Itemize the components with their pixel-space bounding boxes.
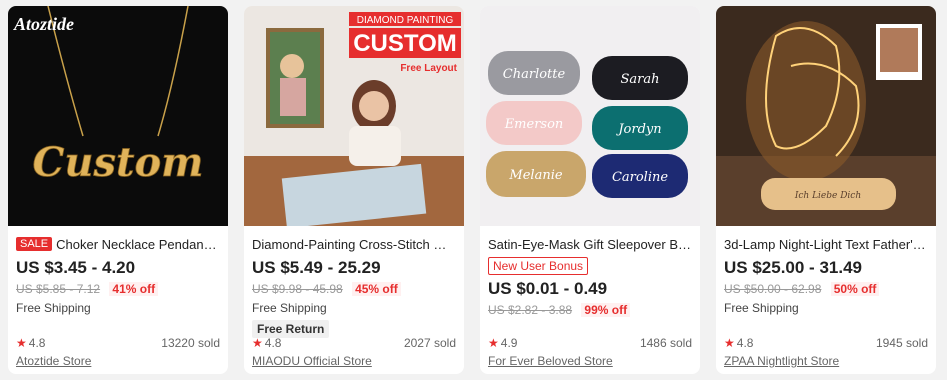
original-price: US $9.98 - 45.98	[252, 282, 343, 296]
product-card[interactable]: Ich Liebe Dich 3d-Lamp Night-Light Text …	[716, 6, 936, 374]
rating: ★ 4.8	[252, 336, 281, 350]
sale-badge: SALE	[16, 237, 53, 251]
rating: ★ 4.8	[724, 336, 753, 350]
product-grid: Atoztide Custom SALE Choker Necklace Pen…	[0, 0, 947, 380]
star-icon: ★	[16, 336, 27, 350]
mask-name: Melanie	[508, 168, 562, 183]
product-image[interactable]: Ich Liebe Dich	[716, 6, 936, 226]
rating-value: 4.9	[500, 336, 518, 350]
sold-count: 13220 sold	[161, 336, 220, 350]
mask-name: Jordyn	[615, 122, 661, 137]
store-link[interactable]: MIAODU Official Store	[252, 354, 456, 368]
original-price: US $2.82 - 3.88	[488, 303, 573, 317]
product-image[interactable]: DIAMOND PAINTING CUSTOM Free Layout	[244, 6, 464, 226]
product-card[interactable]: Atoztide Custom SALE Choker Necklace Pen…	[8, 6, 228, 374]
store-link[interactable]: For Ever Beloved Store	[488, 354, 692, 368]
sold-count: 1945 sold	[875, 336, 928, 350]
lamp-base-text: Ich Liebe Dich	[794, 191, 861, 201]
product-image[interactable]: Charlotte Sarah Emerson Jordyn Melanie C…	[480, 6, 700, 226]
rating: ★ 4.8	[16, 336, 45, 350]
brand-overlay-text: Atoztide	[13, 14, 74, 34]
sold-count: 2027 sold	[403, 336, 456, 350]
product-price: US $3.45 - 4.20	[16, 258, 136, 277]
product-price: US $5.49 - 25.29	[252, 258, 381, 277]
product-card[interactable]: Charlotte Sarah Emerson Jordyn Melanie C…	[480, 6, 700, 374]
shipping-label: Free Shipping	[252, 301, 327, 315]
rating-value: 4.8	[28, 336, 46, 350]
shipping-label: Free Shipping	[724, 301, 799, 315]
mask-name: Emerson	[504, 117, 564, 132]
rating-value: 4.8	[736, 336, 754, 350]
store-link[interactable]: Atoztide Store	[16, 354, 220, 368]
mask-name: Caroline	[612, 170, 668, 185]
star-icon: ★	[724, 336, 735, 350]
product-card[interactable]: DIAMOND PAINTING CUSTOM Free Layout Diam…	[244, 6, 464, 374]
shipping-label: Free Shipping	[16, 301, 91, 315]
necklace-text: Custom	[33, 139, 204, 186]
original-price: US $50.00 - 62.98	[724, 282, 822, 296]
discount-label: 45% off	[352, 282, 401, 296]
product-title[interactable]: Diamond-Painting Cross-Stitch Gift...	[252, 237, 456, 252]
mask-name: Charlotte	[503, 67, 566, 82]
sold-count: 1486 sold	[639, 336, 692, 350]
product-image[interactable]: Atoztide Custom	[8, 6, 228, 226]
store-link[interactable]: ZPAA Nightlight Store	[724, 354, 928, 368]
rating: ★ 4.9	[488, 336, 517, 350]
rating-value: 4.8	[264, 336, 282, 350]
discount-label: 99% off	[581, 303, 631, 317]
product-title[interactable]: Satin-Eye-Mask Gift Sleepover Bac...	[488, 237, 692, 252]
star-icon: ★	[252, 336, 263, 350]
original-price: US $5.85 - 7.12	[16, 282, 101, 296]
image-heading-big: CUSTOM	[353, 30, 457, 57]
image-subheading: Free Layout	[400, 63, 457, 74]
discount-label: 50% off	[830, 282, 880, 296]
image-heading-small: DIAMOND PAINTING	[357, 15, 454, 26]
discount-label: 41% off	[109, 282, 159, 296]
product-title[interactable]: Choker Necklace Pendant ...	[56, 237, 220, 252]
product-price: US $0.01 - 0.49	[488, 279, 608, 298]
mask-name: Sarah	[621, 72, 660, 87]
new-user-bonus-badge: New User Bonus	[488, 257, 589, 275]
star-icon: ★	[488, 336, 499, 350]
product-price: US $25.00 - 31.49	[724, 258, 862, 277]
product-title[interactable]: 3d-Lamp Night-Light Text Father's-...	[724, 237, 928, 252]
